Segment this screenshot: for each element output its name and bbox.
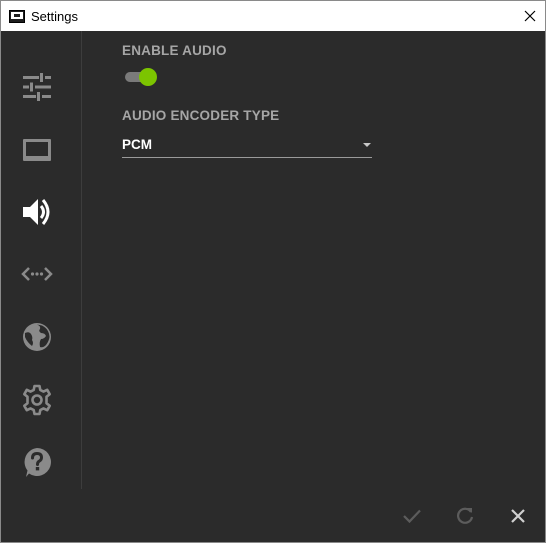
toggle-thumb <box>139 68 157 86</box>
refresh-icon <box>457 507 474 524</box>
chevron-down-icon <box>363 143 371 147</box>
sidebar-item-general[interactable] <box>17 67 57 107</box>
window-close-button[interactable] <box>515 1 545 31</box>
speaker-icon <box>23 199 50 225</box>
apply-button[interactable] <box>398 502 426 530</box>
reset-button[interactable] <box>451 502 479 530</box>
sliders-icon <box>23 73 51 101</box>
audio-encoder-type-label: AUDIO ENCODER TYPE <box>122 108 280 123</box>
enable-audio-label: ENABLE AUDIO <box>122 43 227 58</box>
close-icon <box>511 509 525 523</box>
network-arrows-icon <box>21 267 53 281</box>
window-title: Settings <box>31 8 78 24</box>
sidebar-item-settings[interactable] <box>17 380 57 420</box>
globe-icon <box>23 323 51 351</box>
sidebar-item-audio[interactable] <box>17 192 57 232</box>
sidebar-item-network[interactable] <box>17 254 57 294</box>
check-icon <box>403 509 421 524</box>
sidebar-item-internet[interactable] <box>17 317 57 357</box>
settings-window: Settings ENABLE AUDIO AUDIO ENCODER TYPE… <box>0 0 546 543</box>
settings-sidebar <box>1 31 82 489</box>
app-icon <box>9 9 25 23</box>
audio-encoder-select[interactable]: PCM <box>122 133 372 158</box>
close-icon <box>524 10 536 22</box>
gear-icon <box>23 384 51 416</box>
help-icon <box>24 448 51 477</box>
title-bar: Settings <box>1 1 545 31</box>
display-icon <box>23 139 51 161</box>
sidebar-item-help[interactable] <box>17 442 57 482</box>
enable-audio-toggle[interactable] <box>122 68 158 88</box>
audio-settings-panel: ENABLE AUDIO AUDIO ENCODER TYPE PCM <box>82 31 545 542</box>
audio-encoder-value: PCM <box>122 137 152 152</box>
sidebar-item-display[interactable] <box>17 130 57 170</box>
close-button[interactable] <box>504 502 532 530</box>
